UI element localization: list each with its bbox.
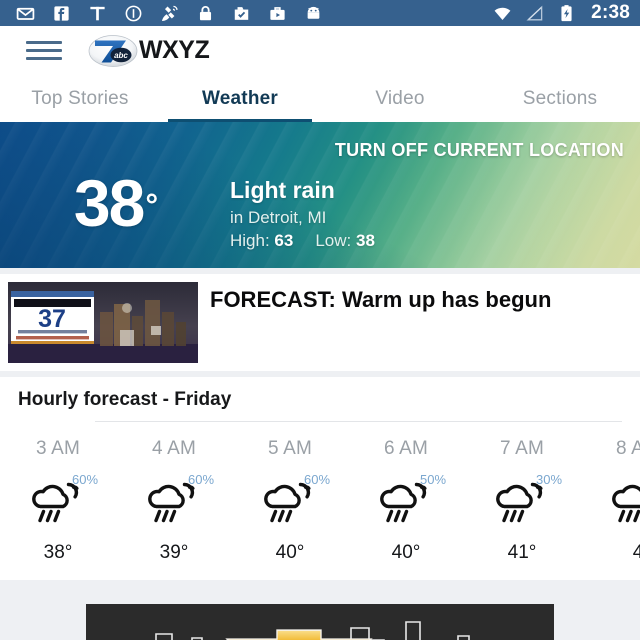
hour-time: 5 AM [267,438,313,459]
brand-name: WXYZ [139,36,210,64]
svg-text:37: 37 [38,305,66,333]
hour-temperature: 38° [43,542,73,563]
current-temperature-value: 38 [73,166,145,240]
article-row[interactable]: 37 FORECAST: Warm up has begun [0,274,640,371]
current-condition: Light rain [230,177,335,203]
info-icon [124,4,143,23]
hero-content: 38° Light rain in Detroit, MI High: 63 Lo… [0,170,375,251]
hour-column[interactable]: 6 AM 50% 40° [348,438,464,564]
satellite-icon [160,4,179,23]
tab-label: Top Stories [31,88,129,109]
hour-column[interactable]: 7 AM 30% 41° [464,438,580,564]
ad-container [0,586,640,640]
tab-weather[interactable]: Weather [160,76,320,122]
hour-temperature: 41° [507,542,537,563]
status-notification-icons [10,4,493,23]
forecast-article-card[interactable]: 37 FORECAST: Warm up has begun [0,274,640,371]
hour-column[interactable]: 4 AM 60% 39° [116,438,232,564]
hour-time: 6 AM [383,438,429,459]
hour-column[interactable]: 3 AM 60% 38° [0,438,116,564]
precip-probability: 60% [72,472,99,487]
tab-video[interactable]: Video [320,76,480,122]
hamburger-menu-icon[interactable] [26,38,62,64]
clock-time: 2:38 [591,2,630,23]
hour-time: 8 AM [615,438,640,459]
hour-column[interactable]: 5 AM 60% 40° [232,438,348,564]
precip-probability: 50% [420,472,447,487]
tab-label: Weather [201,88,279,109]
precip-probability: 60% [304,472,331,487]
hour-column[interactable]: 8 AM [580,438,640,564]
hourly-forecast-heading: Hourly forecast - Friday [18,389,232,410]
lock-icon [196,4,215,23]
wxyz-abc7-logo-icon: abc [88,34,138,68]
brand-logo-group[interactable]: abc WXYZ [88,34,210,68]
weather-app-screen: 2:38 abc WXYZ Top Stories Weather Video … [0,0,640,640]
briefcase-icon [268,4,287,23]
current-temperature: 38° [0,170,230,236]
section-tabs: Top Stories Weather Video Sections [0,76,640,122]
high-low-row: High: 63 Low: 38 [230,231,375,251]
hour-temperature: 40° [391,542,421,563]
hourly-list[interactable]: 3 AM 60% 38° 4 AM 60% 39° 5 AM 60% 40° 6… [0,422,640,564]
chevrolet-banner-ad[interactable] [86,604,554,640]
android-status-bar: 2:38 [0,0,640,26]
cellular-signal-off-icon [525,4,544,23]
degree-symbol: ° [145,187,159,223]
low-value: 38 [356,231,375,250]
svg-text:abc: abc [114,50,128,59]
hero-details: Light rain in Detroit, MI High: 63 Low: 3… [230,172,375,251]
screenshot-icon [232,4,251,23]
precip-probability: 60% [188,472,215,487]
tab-top-stories[interactable]: Top Stories [0,76,160,122]
battery-charging-icon [557,4,576,23]
article-headline[interactable]: FORECAST: Warm up has begun [210,286,561,313]
android-icon [304,4,323,23]
hour-temperature: 4 [632,542,640,563]
hour-time: 4 AM [151,438,197,459]
app-header: abc WXYZ [0,26,640,76]
hour-time: 7 AM [499,438,545,459]
facebook-icon [52,4,71,23]
turn-off-current-location-button[interactable]: TURN OFF CURRENT LOCATION [335,140,624,161]
tumblr-icon [88,4,107,23]
tab-label: Sections [522,88,598,109]
hour-temperature: 39° [159,542,189,563]
low-label: Low: [315,231,352,250]
current-weather-hero: TURN OFF CURRENT LOCATION 38° Light rain… [0,122,640,268]
high-value: 63 [274,231,294,250]
high-label: High: [230,231,270,250]
tab-label: Video [375,88,425,109]
current-location: in Detroit, MI [230,208,327,227]
precip-probability: 30% [536,472,563,487]
hour-time: 3 AM [35,438,81,459]
hour-temperature: 40° [275,542,305,563]
wifi-icon [493,4,512,23]
hourly-forecast-card: Hourly forecast - Friday 3 AM 60% 38° 4 … [0,377,640,580]
forecast-video-thumbnail[interactable]: 37 [8,282,198,363]
email-icon [16,4,35,23]
tab-sections[interactable]: Sections [480,76,640,122]
chevrolet-bowtie-logo-icon [225,629,373,640]
status-system-icons: 2:38 [493,2,630,24]
rain-sun-cloud-icon [607,478,640,528]
